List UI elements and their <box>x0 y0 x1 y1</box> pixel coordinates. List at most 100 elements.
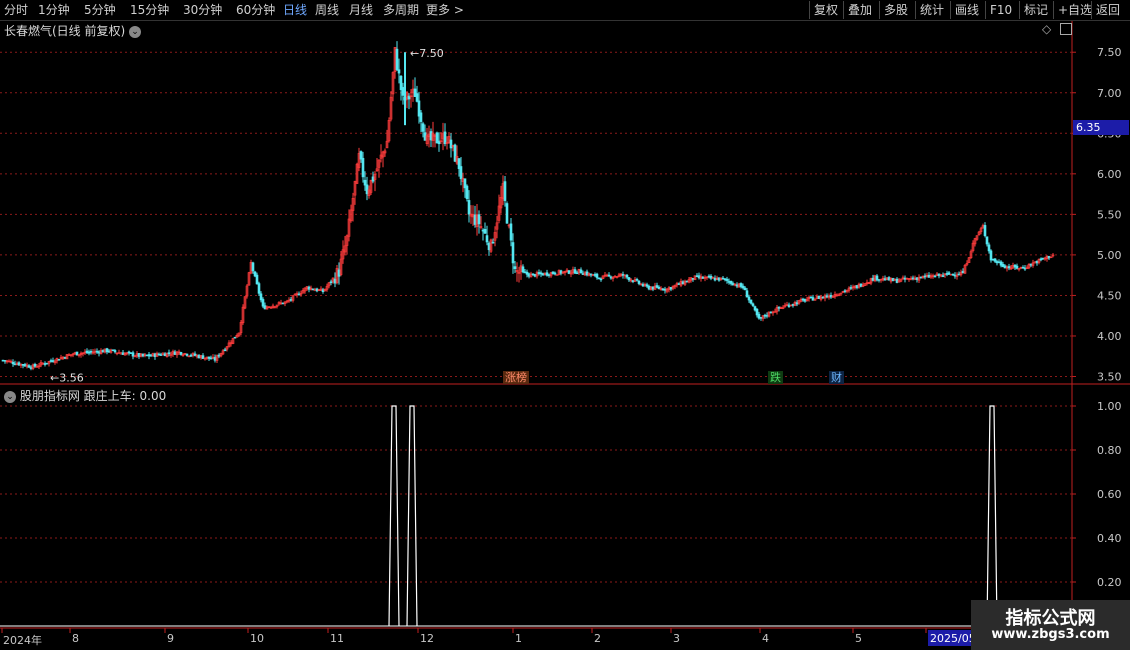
chevron-down-icon[interactable]: ⌄ <box>129 25 142 38</box>
candle-body <box>459 166 463 180</box>
min-price-label: ←3.56 <box>50 372 84 385</box>
candle-body <box>477 214 481 225</box>
watermark: 指标公式网 www.zbgs3.com <box>971 600 1130 650</box>
candle-body <box>985 236 989 245</box>
candle-body <box>553 272 557 275</box>
date-label: 11 <box>330 632 344 645</box>
tab-weekly[interactable]: 周线 <box>315 1 339 19</box>
y-tick-label: 6.00 <box>1097 168 1122 181</box>
stock-title: 长春燃气(日线 前复权) <box>4 24 126 38</box>
y-tick-label: 7.00 <box>1097 87 1122 100</box>
main-chart-title[interactable]: 长春燃气(日线 前复权) ⌄ <box>4 22 142 39</box>
candle-body <box>255 274 259 285</box>
candle-body <box>747 296 751 301</box>
indicator-y-tick-label: 0.80 <box>1097 444 1122 457</box>
add-watchlist-button[interactable]: +自选 <box>1053 1 1096 19</box>
panel-toggle-icon[interactable] <box>1060 23 1072 35</box>
candle-body <box>749 299 753 304</box>
candle-body <box>89 351 93 353</box>
date-label: 10 <box>250 632 264 645</box>
candle-body <box>167 352 171 355</box>
candle-body <box>119 352 123 355</box>
candle-body <box>607 274 611 277</box>
candle-body <box>141 353 145 357</box>
candle-body <box>33 363 37 367</box>
candle-body <box>85 350 89 353</box>
candle-body <box>257 283 261 294</box>
candle-body <box>485 235 489 243</box>
candle-body <box>363 179 367 186</box>
tab-30min[interactable]: 30分钟 <box>183 1 222 19</box>
candle-body <box>179 352 183 355</box>
candle-body <box>201 355 205 359</box>
indicator-y-tick-label: 1.00 <box>1097 400 1122 413</box>
indicator-y-tick-label: 0.40 <box>1097 532 1122 545</box>
candle-body <box>107 350 111 353</box>
y-tick-label: 3.50 <box>1097 371 1122 384</box>
date-label: 2025/05 <box>930 632 976 645</box>
adjust-button[interactable]: 复权 <box>809 1 842 19</box>
stats-button[interactable]: 统计 <box>915 1 948 19</box>
candle-body <box>261 299 265 307</box>
event-marker-limit-up[interactable]: 涨榜 <box>503 371 529 384</box>
candle-body <box>503 181 507 201</box>
candle-body <box>443 131 447 145</box>
current-price-tag: 6.35 <box>1073 120 1129 135</box>
candle-body <box>87 351 91 354</box>
indicator-title[interactable]: ⌄ 股朋指标网 跟庄上车: 0.00 <box>4 387 166 404</box>
tab-more[interactable]: 更多 > <box>426 1 464 19</box>
tab-timeshare[interactable]: 分时 <box>4 1 28 19</box>
candle-body <box>157 353 161 356</box>
multi-stock-button[interactable]: 多股 <box>879 1 912 19</box>
candle-body <box>97 351 101 354</box>
tab-60min[interactable]: 60分钟 <box>236 1 275 19</box>
chevron-down-icon[interactable]: ⌄ <box>4 390 16 403</box>
candle-body <box>207 356 211 359</box>
candle-body <box>147 354 151 357</box>
candle-body <box>75 351 79 356</box>
tab-15min[interactable]: 15分钟 <box>130 1 169 19</box>
candle-body <box>1039 258 1043 261</box>
candle-body <box>149 355 153 357</box>
mark-button[interactable]: 标记 <box>1019 1 1052 19</box>
tab-multi-period[interactable]: 多周期 <box>383 1 419 19</box>
candle-body <box>1023 267 1027 270</box>
overlay-button[interactable]: 叠加 <box>843 1 876 19</box>
back-button[interactable]: 返回 <box>1091 1 1124 19</box>
candle-body <box>223 349 227 352</box>
tab-monthly[interactable]: 月线 <box>349 1 373 19</box>
signal-spike <box>986 405 998 627</box>
candle-body <box>989 250 993 261</box>
indicator-name: 股朋指标网 跟庄上车: 0.00 <box>19 389 167 403</box>
candle-body <box>57 358 61 361</box>
tab-5min[interactable]: 5分钟 <box>84 1 116 19</box>
candle-body <box>213 357 217 361</box>
candle-body <box>11 361 15 365</box>
candle-body <box>209 357 213 360</box>
event-marker-drop[interactable]: 跌 <box>768 371 783 384</box>
f10-button[interactable]: F10 <box>985 1 1016 19</box>
date-label: 2024年 <box>3 634 42 647</box>
candle-body <box>987 244 991 252</box>
candle-body <box>395 48 399 70</box>
event-marker-finance[interactable]: 财 <box>829 371 844 384</box>
candle-body <box>131 352 135 357</box>
tab-1min[interactable]: 1分钟 <box>38 1 70 19</box>
candle-body <box>27 365 31 368</box>
draw-button[interactable]: 画线 <box>950 1 983 19</box>
watermark-url: www.zbgs3.com <box>991 627 1110 642</box>
candle-body <box>159 354 163 356</box>
candle-body <box>595 273 599 278</box>
candle-body <box>129 352 133 354</box>
date-label: 2 <box>594 632 601 645</box>
diamond-icon[interactable]: ◇ <box>1042 22 1051 36</box>
candle-body <box>743 287 747 291</box>
candle-body <box>421 123 425 132</box>
candle-body <box>741 285 745 289</box>
candle-body <box>259 293 263 301</box>
candle-body <box>505 203 509 224</box>
candle-body <box>579 269 583 274</box>
tab-daily[interactable]: 日线 <box>283 1 307 19</box>
candle-body <box>127 351 131 354</box>
candle-body <box>251 262 255 272</box>
